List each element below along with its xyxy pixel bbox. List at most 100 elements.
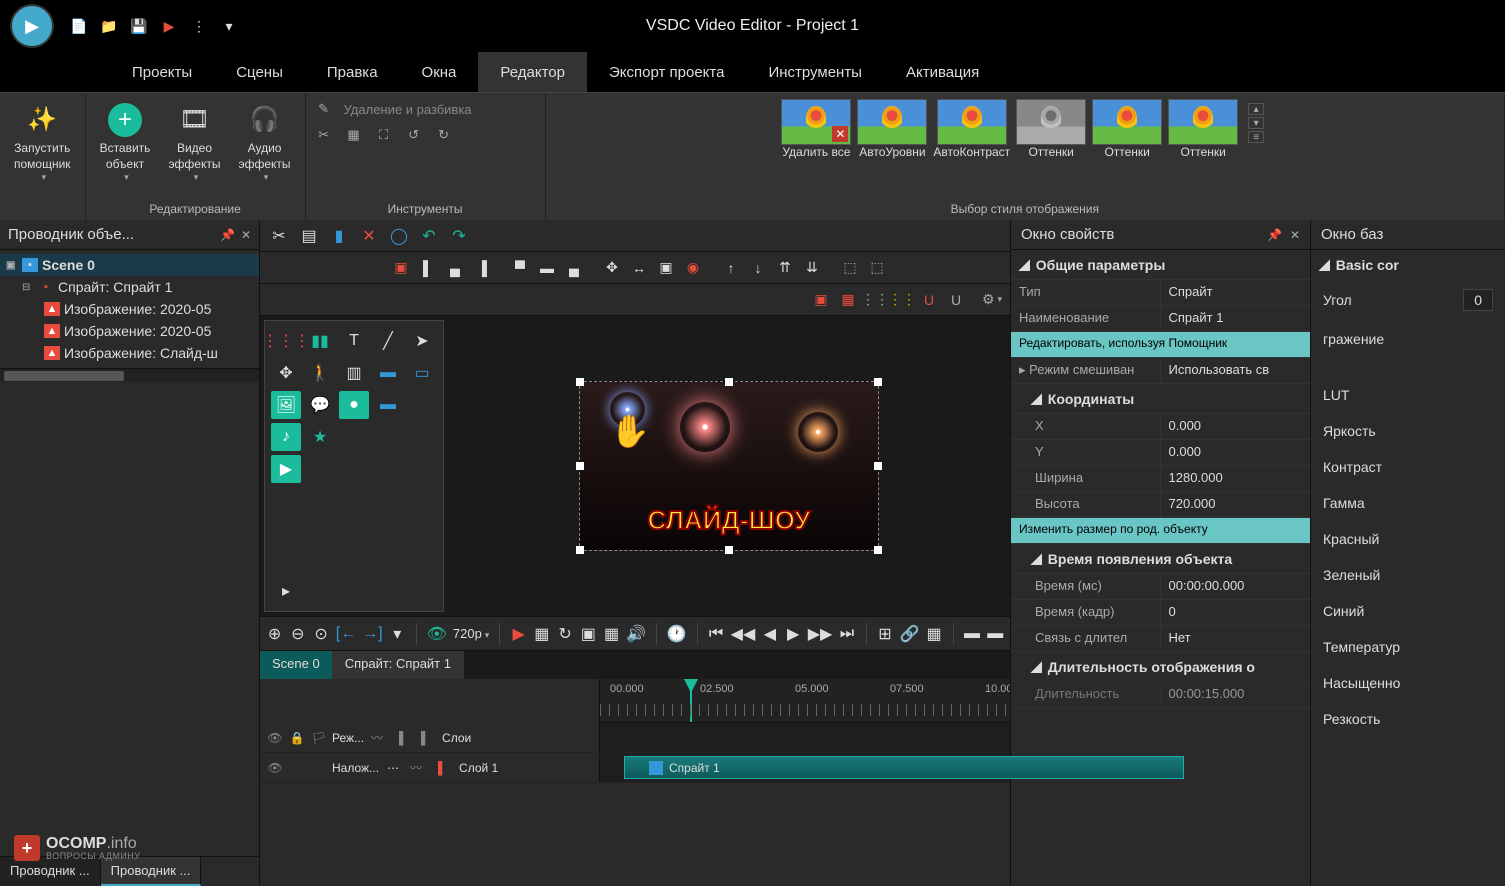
bp-angle[interactable]: Угол0: [1311, 279, 1505, 321]
grid-tool-icon[interactable]: ⋮⋮⋮: [271, 327, 301, 355]
qa-play-icon[interactable]: ▶: [160, 17, 178, 35]
timeline-clip[interactable]: Спрайт 1: [624, 756, 1184, 779]
move-tool-icon[interactable]: ✥: [271, 359, 301, 387]
style-up-icon[interactable]: ▴: [1248, 103, 1264, 115]
style-more-icon[interactable]: ≡: [1248, 131, 1264, 143]
close-icon[interactable]: ✕: [1290, 228, 1300, 242]
props-row-x[interactable]: X0.000: [1011, 413, 1310, 439]
step-back-icon[interactable]: ◀: [761, 621, 778, 647]
props-edit-wizard[interactable]: Редактировать, используя Помощник: [1011, 331, 1310, 357]
align-6-icon[interactable]: ▄: [562, 256, 586, 280]
props-duration-head[interactable]: ◢Длительность отображения о: [1011, 652, 1310, 681]
bubble-tool-icon[interactable]: 💬: [305, 391, 335, 419]
play-tool-icon[interactable]: ▶: [271, 455, 301, 483]
loop-icon[interactable]: ↻: [556, 621, 573, 647]
fill-icon[interactable]: ▣: [654, 256, 678, 280]
resolution-label[interactable]: 720p: [453, 626, 489, 641]
bp-sharpness[interactable]: Резкость: [1311, 701, 1505, 737]
pin-icon[interactable]: 📌: [1267, 228, 1282, 242]
props-row-name[interactable]: НаименованиеСпрайт 1: [1011, 305, 1310, 331]
style-shades-3[interactable]: Оттенки: [1168, 99, 1238, 159]
bracket-right-icon[interactable]: →]: [362, 621, 382, 647]
app-logo[interactable]: [10, 4, 54, 48]
layer-tool-icon[interactable]: ▬: [373, 391, 403, 419]
menu-activation[interactable]: Активация: [884, 52, 1001, 92]
props-coords-head[interactable]: ◢Координаты: [1011, 384, 1310, 413]
split-icon[interactable]: ⊞: [876, 621, 893, 647]
menu-windows[interactable]: Окна: [400, 52, 479, 92]
bp-reflection[interactable]: гражение: [1311, 321, 1505, 357]
play-icon[interactable]: ▶: [510, 621, 527, 647]
eye-track-icon[interactable]: 👁: [266, 729, 284, 747]
canvas[interactable]: ✋ СЛАЙД-ШОУ: [448, 316, 1010, 616]
tree-image-1[interactable]: ▲Изображение: 2020-05: [0, 320, 259, 342]
insert-object-button[interactable]: + Вставить объект: [94, 99, 157, 188]
base-basic-head[interactable]: ◢Basic cor: [1311, 250, 1505, 279]
redo-icon[interactable]: ↷: [446, 223, 472, 249]
tree-image-0[interactable]: ▲Изображение: 2020-05: [0, 298, 259, 320]
snap-1-icon[interactable]: ▣: [809, 288, 833, 312]
selection-frame[interactable]: ✋ СЛАЙД-ШОУ: [579, 381, 879, 551]
track-add2-icon[interactable]: ▬: [987, 621, 1004, 647]
chart-tool-icon[interactable]: ▮▮: [305, 327, 335, 355]
eye-icon[interactable]: 👁: [427, 621, 447, 647]
target-icon[interactable]: ◉: [681, 256, 705, 280]
grid-1-icon[interactable]: ⋮⋮: [863, 288, 887, 312]
time-icon[interactable]: 🕐: [667, 621, 687, 647]
bp-contrast[interactable]: Контраст: [1311, 449, 1505, 485]
gear-icon[interactable]: ⚙: [980, 288, 1004, 312]
tl-tab-sprite[interactable]: Спрайт: Спрайт 1: [333, 651, 464, 679]
stop-icon[interactable]: ▦: [533, 621, 550, 647]
qa-open-icon[interactable]: 📁: [100, 17, 118, 35]
align-5-icon[interactable]: ▬: [535, 256, 559, 280]
group-icon[interactable]: ⬚: [838, 256, 862, 280]
style-autocontrast[interactable]: АвтоКонтраст: [933, 99, 1010, 159]
style-delete-all[interactable]: ✕Удалить все: [781, 99, 851, 159]
text-tool-icon[interactable]: T: [339, 327, 369, 355]
arrow-up-icon[interactable]: ↑: [719, 256, 743, 280]
props-row-time-frame[interactable]: Время (кадр)0: [1011, 599, 1310, 625]
arrow-bottom-icon[interactable]: ⇊: [800, 256, 824, 280]
collapse-tool-icon[interactable]: ▸: [271, 577, 301, 605]
undo-icon[interactable]: ↶: [416, 223, 442, 249]
tl-tab-scene[interactable]: Scene 0: [260, 651, 333, 679]
menu-projects[interactable]: Проекты: [110, 52, 214, 92]
last-icon[interactable]: ⏭: [838, 621, 855, 647]
video-effects-button[interactable]: 🎞 Видео эффекты: [162, 99, 226, 188]
close-icon[interactable]: ✕: [241, 228, 251, 242]
resize-h-icon[interactable]: ↔: [627, 256, 651, 280]
line-tool-icon[interactable]: ╱: [373, 327, 403, 355]
menu-scenes[interactable]: Сцены: [214, 52, 305, 92]
align-tl-icon[interactable]: ▣: [389, 256, 413, 280]
props-row-time-ms[interactable]: Время (мс)00:00:00.000: [1011, 573, 1310, 599]
bp-blue[interactable]: Синий: [1311, 593, 1505, 629]
rotate-left-icon[interactable]: ↺: [404, 125, 424, 145]
bp-saturation[interactable]: Насыщенно: [1311, 665, 1505, 701]
zoom-fit-icon[interactable]: ⊙: [313, 621, 330, 647]
props-row-height[interactable]: Высота720.000: [1011, 491, 1310, 517]
props-row-link[interactable]: Связь с длителНет: [1011, 625, 1310, 651]
props-row-duration[interactable]: Длительность00:00:15.000: [1011, 681, 1310, 707]
step-fwd-icon[interactable]: ▶: [785, 621, 802, 647]
props-appear-head[interactable]: ◢Время появления объекта: [1011, 544, 1310, 573]
ellipse-tool-icon[interactable]: ●: [339, 391, 369, 419]
first-icon[interactable]: ⏮: [707, 621, 724, 647]
image-tool-icon[interactable]: 🖼: [271, 391, 301, 419]
style-shades-2[interactable]: Оттенки: [1092, 99, 1162, 159]
bp-red[interactable]: Красный: [1311, 521, 1505, 557]
cut-tool-icon[interactable]: ✂: [314, 125, 334, 145]
marker-icon[interactable]: ▣: [580, 621, 597, 647]
next-icon[interactable]: ▶▶: [808, 621, 833, 647]
marker2-icon[interactable]: ▦: [603, 621, 620, 647]
move-icon[interactable]: ✥: [600, 256, 624, 280]
grid-2-icon[interactable]: ⋮⋮: [890, 288, 914, 312]
snap-2-icon[interactable]: ▦: [836, 288, 860, 312]
qa-dropdown-icon[interactable]: ▾: [220, 17, 238, 35]
volume-icon[interactable]: 🔊: [626, 621, 646, 647]
playhead[interactable]: [690, 679, 692, 723]
wand-small-icon[interactable]: ✎: [314, 99, 334, 119]
menu-tools[interactable]: Инструменты: [746, 52, 884, 92]
crop-tool-icon[interactable]: ⛶: [374, 125, 394, 145]
props-common-head[interactable]: ◢Общие параметры: [1011, 250, 1310, 279]
zoom-in-icon[interactable]: ⊕: [266, 621, 283, 647]
